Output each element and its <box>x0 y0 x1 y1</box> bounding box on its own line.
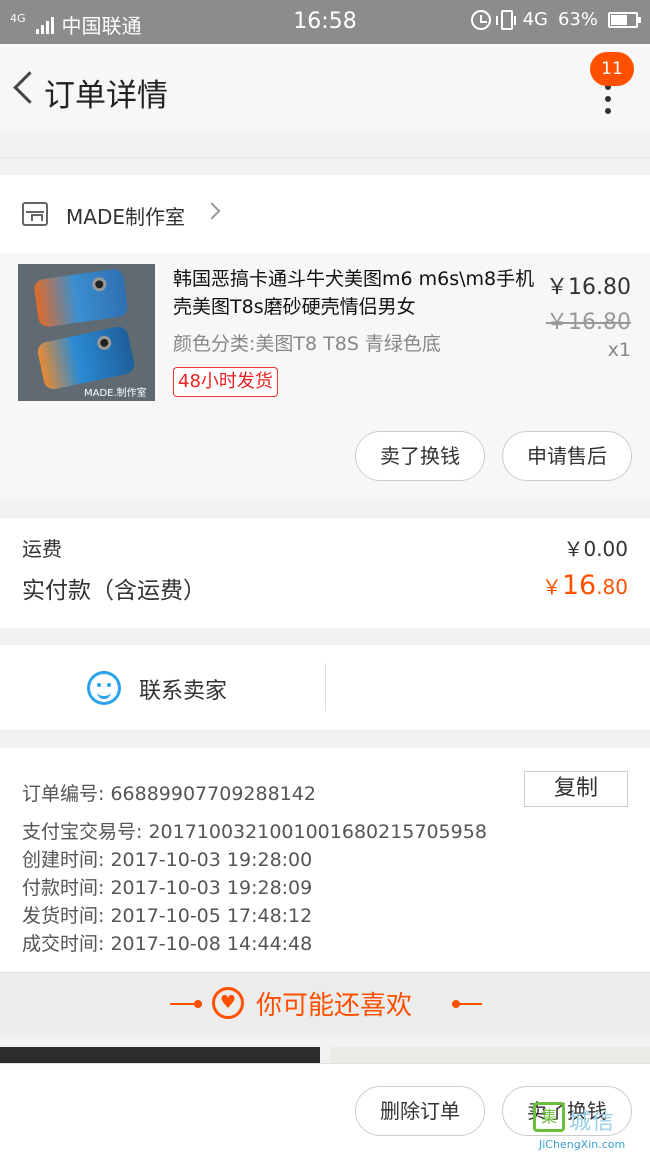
vibrate-icon <box>495 9 516 30</box>
back-icon[interactable] <box>12 70 34 106</box>
alarm-icon <box>470 9 491 30</box>
fee-section: 运费 ￥0.00 实付款（含运费） ￥16.80 <box>0 518 650 628</box>
nav-bar: 订单详情 <box>0 44 650 132</box>
product-image[interactable]: MADE.制作室 <box>18 264 155 401</box>
notification-badge: 11 <box>590 52 634 86</box>
network-label: 4G <box>522 9 548 30</box>
sell-button[interactable]: 卖了换钱 <box>355 431 485 481</box>
order-number: 订单编号: 66889907709288142 <box>22 783 316 805</box>
recommend-title: 你可能还喜欢 <box>256 991 413 1021</box>
shop-row[interactable]: MADE制作室 <box>0 175 650 253</box>
status-right: 4G 63% <box>470 9 641 30</box>
divider <box>0 157 650 158</box>
watermark-en: JiChengXin.com <box>539 1138 626 1151</box>
paid-int: 16 <box>561 570 597 601</box>
paid-dec: .80 <box>596 575 628 599</box>
created-time: 创建时间: 2017-10-03 19:28:00 <box>22 849 313 871</box>
paid-time: 付款时间: 2017-10-03 19:28:09 <box>22 877 313 899</box>
recommend-header: ♥ 你可能还喜欢 <box>0 972 650 1035</box>
product-original-price: ￥16.80 <box>546 310 631 335</box>
paid-label: 实付款（含运费） <box>22 578 206 604</box>
shipped-time: 发货时间: 2017-10-05 17:48:12 <box>22 905 313 927</box>
shipping-tag: 48小时发货 <box>173 367 278 397</box>
product-image-watermark: MADE.制作室 <box>84 388 147 399</box>
shop-name: MADE制作室 <box>66 205 185 229</box>
product-title[interactable]: 韩国恶搞卡通斗牛犬美图m6 m6s\m8手机壳美图T8s磨砂硬壳情侣男女 <box>173 265 535 321</box>
copy-button[interactable]: 复制 <box>524 771 628 807</box>
completed-time: 成交时间: 2017-10-08 14:44:48 <box>22 933 313 955</box>
site-watermark: 集 城信 JiChengXin.com <box>533 1102 648 1154</box>
chat-face-icon[interactable] <box>87 671 121 705</box>
after-sale-button[interactable]: 申请售后 <box>502 431 632 481</box>
paid-amount: ￥16.80 <box>542 570 628 601</box>
decor-line-right <box>452 1003 482 1005</box>
shop-icon <box>22 202 48 226</box>
page-title: 订单详情 <box>44 78 168 114</box>
delete-order-button[interactable]: 删除订单 <box>355 1086 485 1136</box>
alipay-number: 支付宝交易号: 2017100321001001680215705958 <box>22 821 487 843</box>
phone-case-image-2 <box>36 324 136 392</box>
battery-icon <box>608 11 641 28</box>
divider <box>325 663 326 711</box>
decor-dot-left <box>194 1000 202 1008</box>
shipping-value: ￥0.00 <box>563 537 628 561</box>
contact-seller-button[interactable]: 联系卖家 <box>139 673 227 705</box>
product-card: MADE.制作室 韩国恶搞卡通斗牛犬美图m6 m6s\m8手机壳美图T8s磨砂硬… <box>0 253 650 501</box>
more-menu-icon[interactable] <box>598 84 618 134</box>
paid-currency: ￥ <box>541 575 562 599</box>
order-info: 订单编号: 66889907709288142 复制 支付宝交易号: 20171… <box>0 748 650 972</box>
watermark-logo: 集 <box>533 1102 565 1132</box>
watermark-cn: 城信 <box>569 1110 616 1135</box>
chevron-right-icon <box>203 202 221 220</box>
shipping-label: 运费 <box>22 537 62 561</box>
status-bar: 4G 中国联通 16:58 4G 63% <box>0 0 650 44</box>
battery-percent: 63% <box>557 9 598 30</box>
heart-icon: ♥ <box>212 987 244 1019</box>
phone-case-image-1 <box>33 267 129 329</box>
contact-section: 联系卖家 <box>0 645 650 730</box>
product-price: ￥16.80 <box>546 275 631 300</box>
product-sku: 颜色分类:美图T8 T8S 青绿色底 <box>173 333 441 355</box>
product-quantity: x1 <box>607 339 631 361</box>
